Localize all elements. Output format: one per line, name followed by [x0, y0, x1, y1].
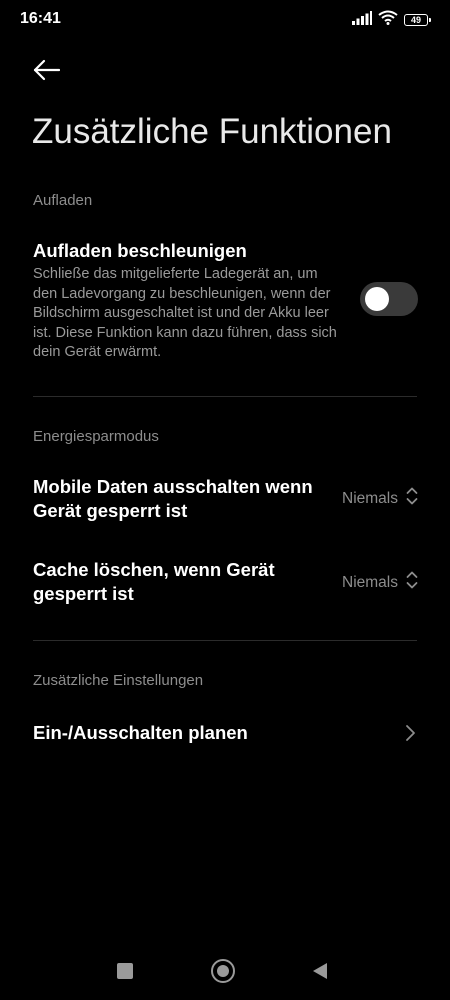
- home-icon[interactable]: [211, 959, 235, 983]
- chevron-up-down-icon: [406, 570, 418, 595]
- schedule-power-title: Ein-/Ausschalten planen: [33, 722, 248, 743]
- fast-charge-title: Aufladen beschleunigen: [33, 240, 247, 261]
- toggle-knob: [365, 287, 389, 311]
- wifi-icon: [378, 10, 398, 30]
- mobile-data-value: Niemals: [342, 489, 398, 507]
- divider: [33, 396, 417, 397]
- mobile-data-title: Mobile Daten ausschalten wenn Gerät gesp…: [33, 476, 313, 521]
- clear-cache-value: Niemals: [342, 573, 398, 591]
- back-button[interactable]: [28, 56, 64, 88]
- divider: [33, 640, 417, 641]
- mobile-data-selector[interactable]: Niemals: [342, 486, 418, 511]
- arrow-left-icon: [32, 59, 61, 86]
- chevron-up-down-icon: [406, 486, 418, 511]
- chevron-right-icon: [404, 724, 416, 747]
- clear-cache-title: Cache löschen, wenn Gerät gesperrt ist: [33, 559, 275, 604]
- recents-icon[interactable]: [117, 963, 133, 979]
- section-header-charging: Aufladen: [33, 192, 93, 209]
- status-icons: 49: [352, 10, 431, 30]
- fast-charge-toggle[interactable]: [360, 282, 418, 316]
- section-header-additional: Zusätzliche Einstellungen: [33, 672, 204, 689]
- fast-charge-description: Schließe das mitgelieferte Ladegerät an,…: [33, 266, 337, 360]
- page-title: Zusätzliche Funktionen: [32, 112, 392, 151]
- battery-level: 49: [410, 15, 421, 25]
- signal-icon: [352, 10, 372, 30]
- back-icon[interactable]: [312, 962, 328, 985]
- battery-icon: 49: [404, 14, 431, 26]
- home-icon-dot: [217, 965, 229, 977]
- clear-cache-selector[interactable]: Niemals: [342, 570, 418, 595]
- section-header-power-saving: Energiesparmodus: [33, 428, 159, 445]
- status-time: 16:41: [20, 10, 61, 27]
